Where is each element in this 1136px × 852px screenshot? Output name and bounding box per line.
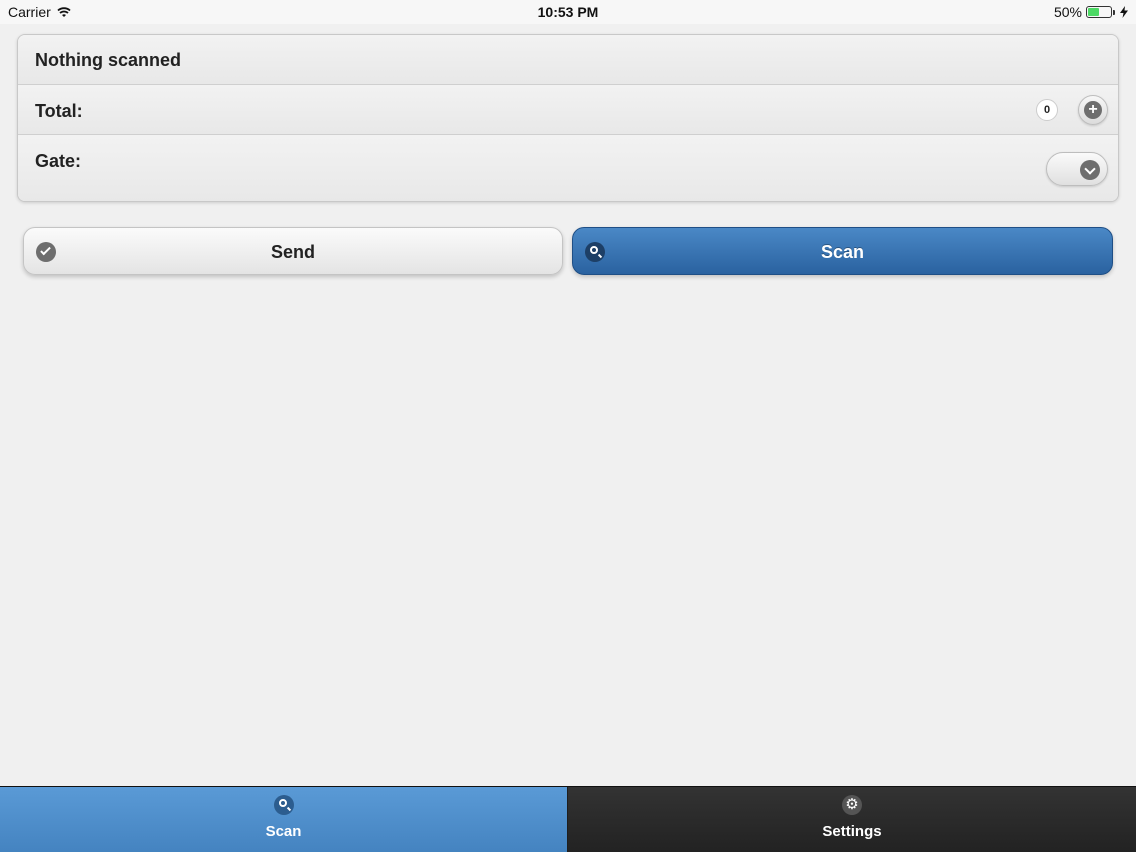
status-bar: Carrier 10:53 PM 50%	[0, 0, 1136, 24]
status-time: 10:53 PM	[537, 4, 599, 20]
charging-bolt-icon	[1120, 6, 1128, 18]
scan-button[interactable]: Scan	[572, 227, 1113, 275]
tab-settings-label: Settings	[822, 823, 882, 840]
total-label: Total:	[35, 101, 83, 121]
scan-status-text: Nothing scanned	[35, 50, 182, 70]
gate-select[interactable]	[1046, 152, 1108, 186]
chevron-down-icon	[1080, 160, 1100, 180]
gear-icon: ⚙	[842, 795, 862, 815]
status-right: 50%	[1054, 4, 1128, 20]
tab-scan-label: Scan	[265, 823, 302, 840]
battery-percent: 50%	[1053, 4, 1082, 20]
search-icon	[585, 242, 605, 262]
gate-row: Gate:	[18, 135, 1118, 201]
tab-bar: Scan ⚙ Settings	[0, 786, 1136, 852]
total-count-badge: 0	[1036, 99, 1058, 121]
send-button[interactable]: Send	[23, 227, 563, 275]
tab-settings[interactable]: ⚙ Settings	[568, 787, 1136, 852]
scan-button-label: Scan	[820, 242, 865, 262]
battery-icon	[1086, 6, 1115, 18]
battery-fill	[1088, 8, 1099, 16]
check-icon	[36, 242, 56, 262]
total-row: Total: 0 +	[18, 85, 1118, 135]
add-total-button[interactable]: +	[1078, 95, 1108, 125]
scan-status-row: Nothing scanned	[18, 35, 1118, 85]
tab-scan[interactable]: Scan	[0, 787, 568, 852]
search-icon	[274, 795, 294, 815]
gate-label: Gate:	[35, 151, 82, 171]
plus-icon: +	[1084, 101, 1102, 119]
send-button-label: Send	[270, 242, 315, 262]
scan-info-panel: Nothing scanned Total: 0 + Gate:	[17, 34, 1119, 202]
